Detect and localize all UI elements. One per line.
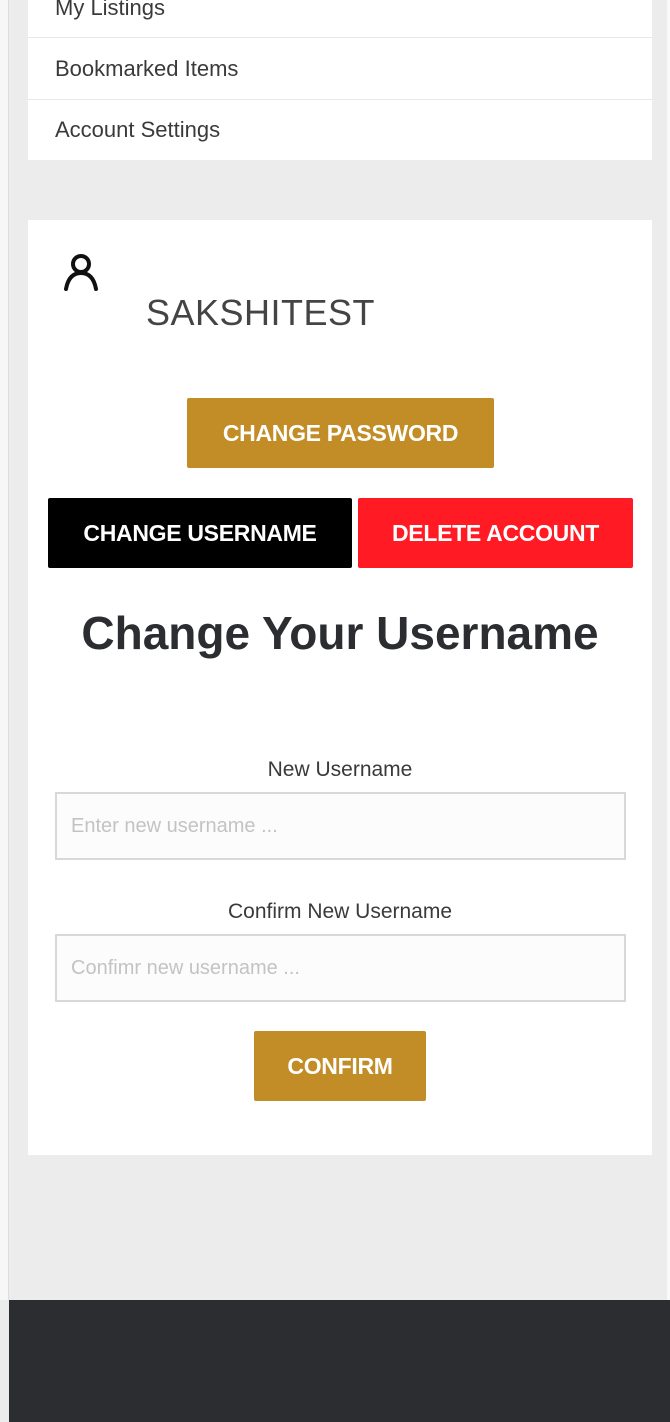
page-footer — [9, 1300, 670, 1422]
menu-item-my-listings[interactable]: My Listings — [28, 0, 652, 38]
delete-account-button[interactable]: DELETE ACCOUNT — [358, 498, 633, 568]
profile-username: SAKSHITEST — [146, 292, 376, 333]
change-username-heading: Change Your Username — [81, 607, 599, 659]
page-left-border — [0, 0, 9, 1300]
new-username-label: New Username — [267, 758, 413, 781]
confirm-username-input[interactable] — [55, 934, 626, 1002]
change-username-button[interactable]: CHANGE USERNAME — [48, 498, 352, 568]
new-username-input[interactable] — [55, 792, 626, 860]
confirm-username-label: Confirm New Username — [227, 900, 453, 923]
menu-item-account-settings[interactable]: Account Settings — [28, 100, 652, 160]
account-settings-card: SAKSHITEST CHANGE PASSWORD CHANGE USERNA… — [28, 220, 652, 1155]
confirm-button[interactable]: CONFIRM — [254, 1031, 426, 1101]
user-icon — [64, 254, 98, 291]
account-menu: My Listings Bookmarked Items Account Set… — [28, 0, 652, 160]
menu-item-bookmarked-items[interactable]: Bookmarked Items — [28, 38, 652, 100]
change-password-button[interactable]: CHANGE PASSWORD — [187, 398, 494, 468]
